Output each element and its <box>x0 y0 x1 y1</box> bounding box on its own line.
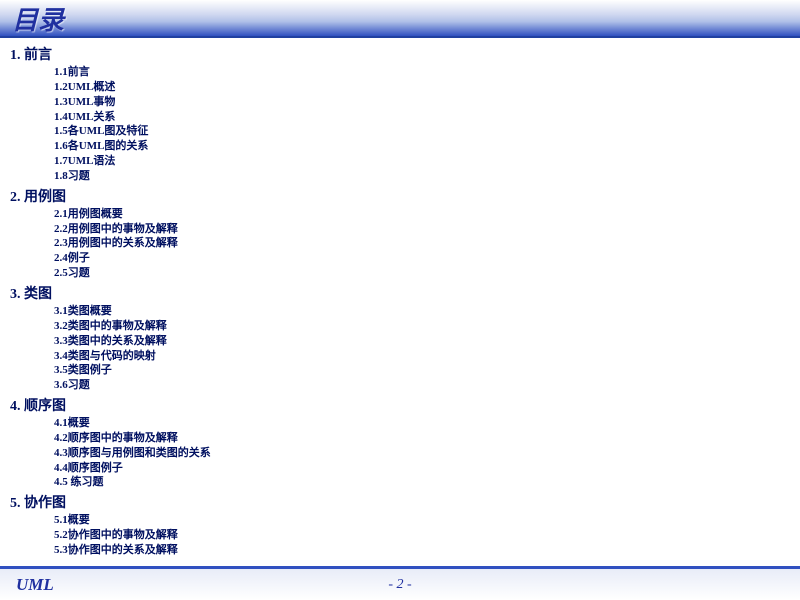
toc-subsection: 3.3类图中的关系及解释 <box>54 334 790 349</box>
page-number: - 2 - <box>388 577 411 593</box>
toc-subsection: 1.8习题 <box>54 169 790 184</box>
toc-subsection: 4.3顺序图与用例图和类图的关系 <box>54 446 790 461</box>
toc-subsections: 3.1类图概要 3.2类图中的事物及解释 3.3类图中的关系及解释 3.4类图与… <box>10 304 790 393</box>
toc-subsection: 1.2UML概述 <box>54 80 790 95</box>
toc-subsection: 5.3协作图中的关系及解释 <box>54 543 790 558</box>
toc-section-title: 2. 用例图 <box>10 186 790 206</box>
toc-subsection: 3.5类图例子 <box>54 363 790 378</box>
toc-section: 5. 协作图 5.1概要 5.2协作图中的事物及解释 5.3协作图中的关系及解释 <box>10 492 790 558</box>
toc-subsection: 3.4类图与代码的映射 <box>54 349 790 364</box>
toc-subsection: 3.2类图中的事物及解释 <box>54 319 790 334</box>
toc-subsection: 1.1前言 <box>54 65 790 80</box>
page-title: 目录 <box>12 0 64 37</box>
toc-subsection: 4.4顺序图例子 <box>54 461 790 476</box>
toc-subsection: 3.6习题 <box>54 378 790 393</box>
toc-section: 3. 类图 3.1类图概要 3.2类图中的事物及解释 3.3类图中的关系及解释 … <box>10 283 790 393</box>
toc-section-title: 1. 前言 <box>10 44 790 64</box>
toc-subsection: 4.1概要 <box>54 416 790 431</box>
toc-subsection: 2.3用例图中的关系及解释 <box>54 236 790 251</box>
toc-subsection: 2.1用例图概要 <box>54 207 790 222</box>
toc-subsection: 1.7UML语法 <box>54 154 790 169</box>
toc-section-title: 4. 顺序图 <box>10 395 790 415</box>
toc-subsection: 2.2用例图中的事物及解释 <box>54 222 790 237</box>
toc-subsection: 5.2协作图中的事物及解释 <box>54 528 790 543</box>
toc-section-title: 5. 协作图 <box>10 492 790 512</box>
toc-subsections: 4.1概要 4.2顺序图中的事物及解释 4.3顺序图与用例图和类图的关系 4.4… <box>10 416 790 490</box>
toc-subsections: 5.1概要 5.2协作图中的事物及解释 5.3协作图中的关系及解释 <box>10 513 790 558</box>
toc-content: 1. 前言 1.1前言 1.2UML概述 1.3UML事物 1.4UML关系 1… <box>0 38 800 558</box>
toc-subsection: 3.1类图概要 <box>54 304 790 319</box>
toc-subsection: 1.5各UML图及特征 <box>54 124 790 139</box>
header-bar: 目录 <box>0 0 800 38</box>
toc-subsection: 1.3UML事物 <box>54 95 790 110</box>
toc-subsection: 5.1概要 <box>54 513 790 528</box>
toc-section: 4. 顺序图 4.1概要 4.2顺序图中的事物及解释 4.3顺序图与用例图和类图… <box>10 395 790 490</box>
toc-section: 2. 用例图 2.1用例图概要 2.2用例图中的事物及解释 2.3用例图中的关系… <box>10 186 790 281</box>
toc-subsection: 2.5习题 <box>54 266 790 281</box>
toc-subsection: 1.4UML关系 <box>54 110 790 125</box>
toc-subsections: 1.1前言 1.2UML概述 1.3UML事物 1.4UML关系 1.5各UML… <box>10 65 790 184</box>
toc-subsection: 1.6各UML图的关系 <box>54 139 790 154</box>
toc-subsections: 2.1用例图概要 2.2用例图中的事物及解释 2.3用例图中的关系及解释 2.4… <box>10 207 790 281</box>
toc-subsection: 2.4例子 <box>54 251 790 266</box>
toc-subsection: 4.2顺序图中的事物及解释 <box>54 431 790 446</box>
toc-section-title: 3. 类图 <box>10 283 790 303</box>
toc-subsection: 4.5 练习题 <box>54 475 790 490</box>
footer-bar: UML - 2 - <box>0 566 800 600</box>
footer-label: UML <box>16 575 54 595</box>
toc-section: 1. 前言 1.1前言 1.2UML概述 1.3UML事物 1.4UML关系 1… <box>10 44 790 184</box>
